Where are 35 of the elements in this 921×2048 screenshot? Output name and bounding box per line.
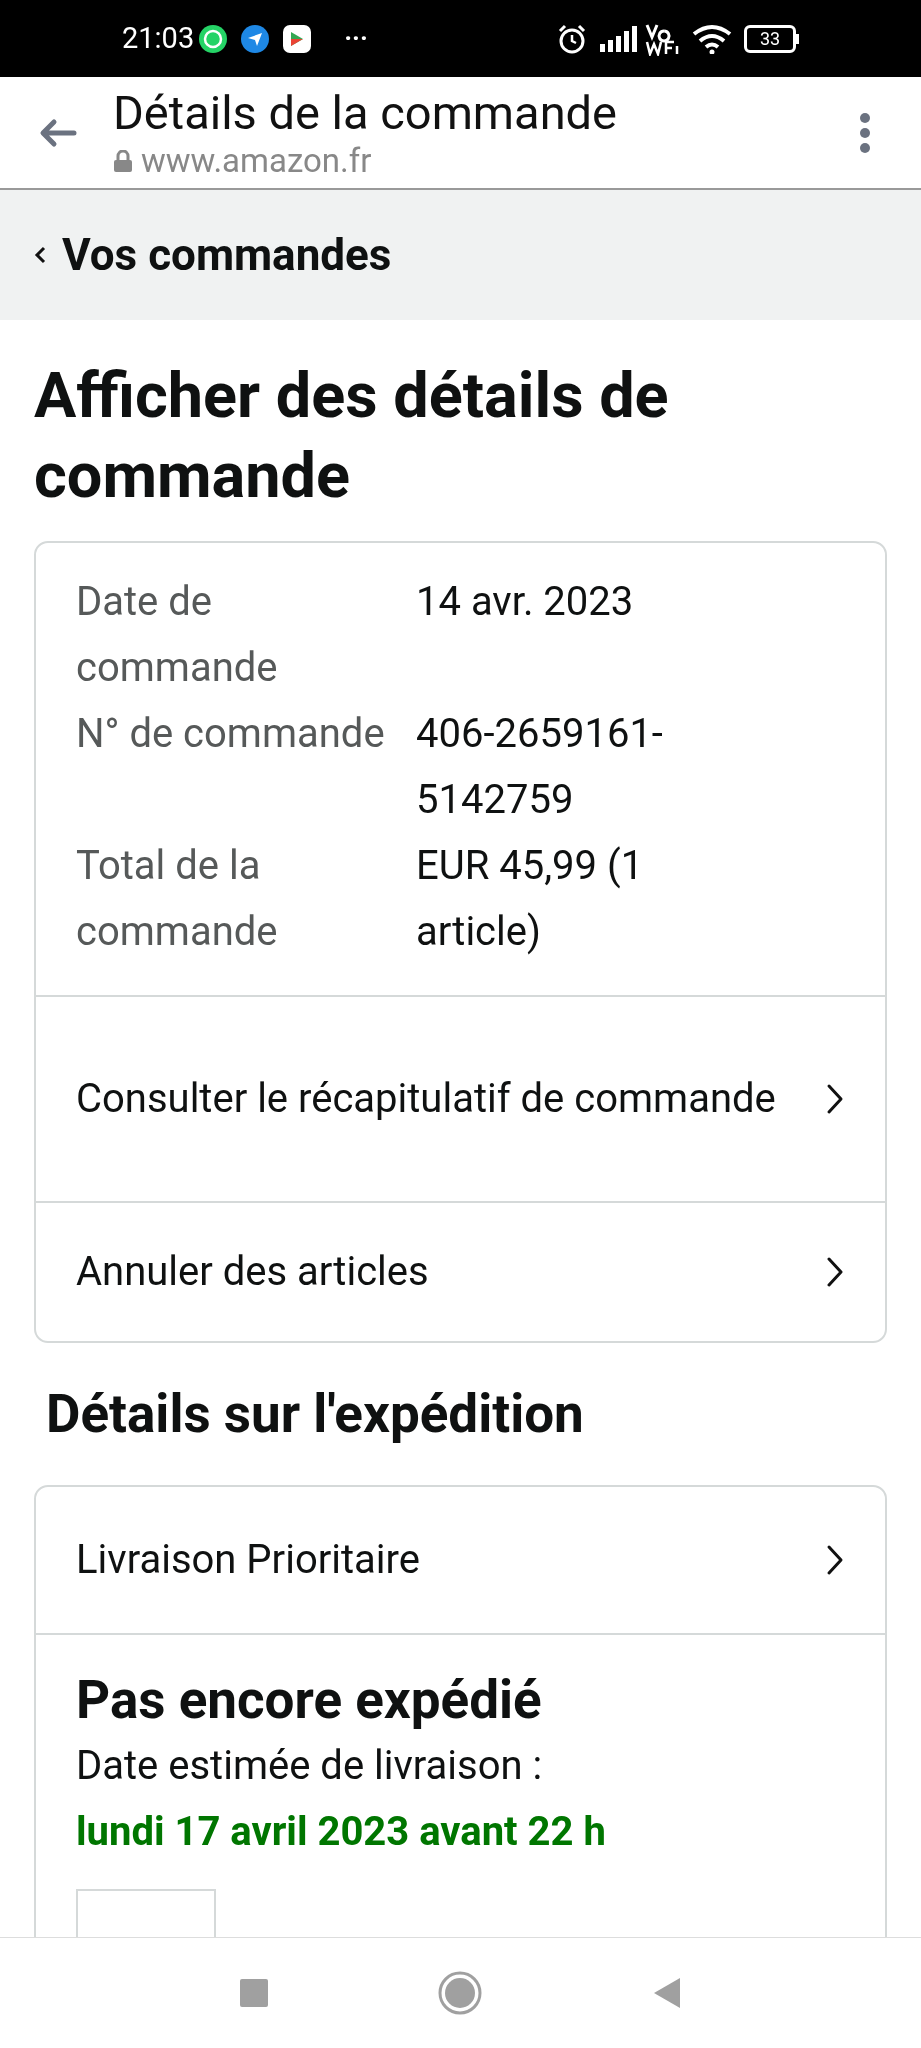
breadcrumb-link[interactable]: Vos commandes (0, 190, 921, 320)
delivery-estimate-label: Date estimée de livraison : (76, 1741, 544, 1791)
shipping-method-row[interactable]: Livraison Prioritaire (36, 1487, 885, 1635)
store-app-icon (282, 23, 313, 54)
url-text: www.amazon.fr (141, 140, 372, 181)
page-title: Détails de la commande (113, 84, 618, 141)
alarm-icon (556, 22, 588, 55)
summary-link-row[interactable]: Annuler des articles (36, 1201, 885, 1341)
summary-value: EUR 45,99 (1 article) (416, 841, 645, 957)
summary-label: Total de la commande (76, 841, 279, 957)
status-time: 21:03 (122, 19, 195, 57)
chevron-left-icon (34, 246, 46, 264)
menu-icon[interactable] (859, 112, 871, 153)
chat-app-icon (198, 23, 229, 54)
chevron-right-icon (825, 1255, 845, 1289)
shipment-status: Pas encore expédié (76, 1668, 543, 1733)
chevron-right-icon (825, 1082, 845, 1116)
summary-value: 14 avr. 2023 (416, 577, 635, 627)
delivery-date: lundi 17 avril 2023 avant 22 h (76, 1807, 607, 1857)
send-app-icon (240, 23, 271, 54)
more-notifications: ··· (344, 22, 368, 55)
chevron-right-icon (825, 1543, 845, 1577)
home-icon[interactable] (437, 1971, 482, 2015)
signal-icon (600, 25, 640, 52)
page-heading: Afficher des détails de commande (34, 358, 670, 514)
summary-label: Date de commande (76, 577, 279, 693)
back-arrow-icon[interactable] (38, 117, 78, 148)
recent-apps-icon[interactable] (239, 1979, 268, 2007)
summary-value: 406-2659161-5142759 (416, 709, 664, 825)
summary-label: N° de commande (76, 709, 386, 759)
summary-link-row[interactable]: Consulter le récapitulatif de commande (36, 995, 885, 1201)
battery-level: 33 (759, 29, 781, 48)
lock-icon (113, 149, 133, 172)
wifi-icon (692, 23, 732, 54)
section-heading: Détails sur l'expédition (46, 1382, 585, 1447)
